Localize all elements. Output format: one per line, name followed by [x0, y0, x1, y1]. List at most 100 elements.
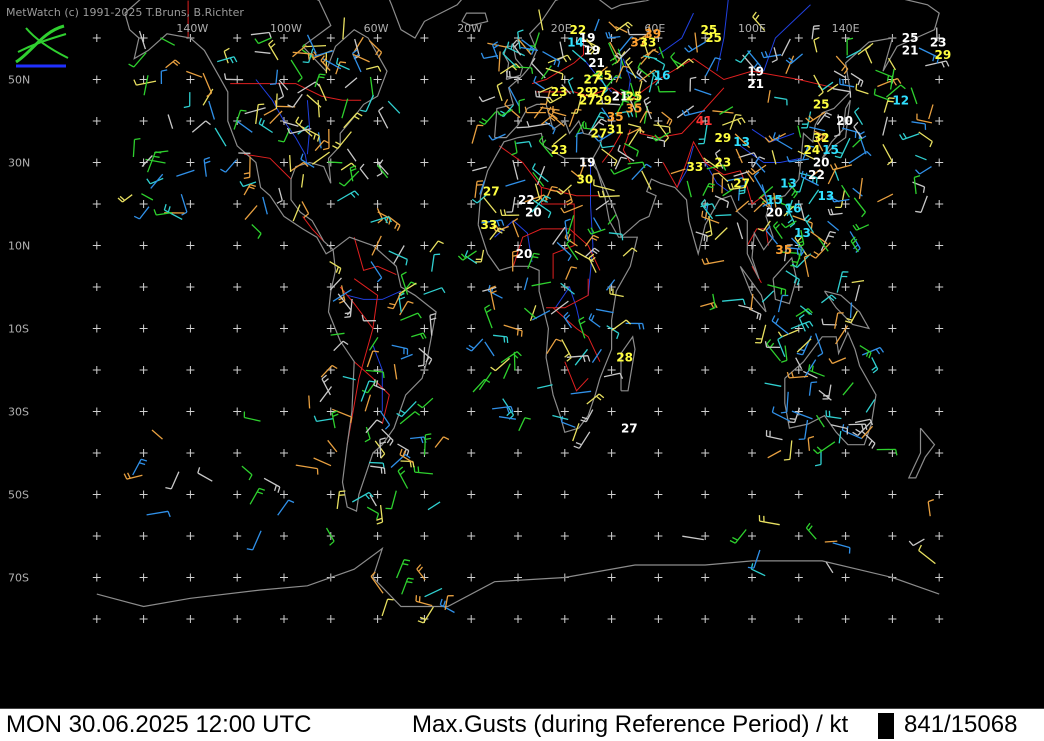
grid-cross: [233, 491, 241, 499]
grid-cross: [233, 325, 241, 333]
wind-barb: [606, 32, 620, 38]
grid-cross: [888, 532, 896, 540]
wind-barb: [715, 228, 727, 240]
grid-cross: [327, 491, 335, 499]
grid-cross: [327, 615, 335, 623]
wind-barb: [762, 51, 782, 57]
gust-value-label: 28: [616, 351, 633, 365]
lon-label: 100E: [738, 22, 766, 35]
wind-barb: [566, 267, 577, 280]
wind-barb: [331, 333, 345, 335]
wind-barb: [398, 467, 408, 489]
wind-barb: [589, 254, 596, 272]
wind-barb: [168, 115, 173, 129]
gust-value-label: 21: [747, 77, 764, 91]
wind-barb: [315, 74, 326, 87]
grid-cross: [842, 242, 850, 250]
grid-cross: [93, 283, 101, 291]
wind-barb: [909, 539, 924, 546]
wind-barb: [382, 599, 394, 616]
world-gust-map[interactable]: 140W100W60W20W20E60E100E140E50N30N10N10S…: [0, 0, 1044, 740]
grid-cross: [935, 159, 943, 167]
wind-barb: [658, 86, 676, 92]
grid-cross: [420, 117, 428, 125]
wind-barb: [751, 563, 765, 575]
wind-barb: [134, 207, 149, 219]
grid-cross: [420, 159, 428, 167]
grid-cross: [233, 283, 241, 291]
wind-barb: [367, 351, 379, 367]
grid-cross: [280, 242, 288, 250]
grid-cross: [233, 615, 241, 623]
wind-barb: [616, 22, 632, 31]
wind-barb: [801, 112, 810, 128]
grid-cross: [795, 283, 803, 291]
wind-barb: [759, 515, 779, 525]
grid-cross: [186, 366, 194, 374]
grid-cross: [842, 615, 850, 623]
grid-cross: [327, 76, 335, 84]
grid-cross: [467, 283, 475, 291]
wind-barb: [524, 278, 527, 290]
wind-barb: [166, 60, 180, 68]
wind-barb: [813, 442, 835, 454]
grid-cross: [888, 283, 896, 291]
wind-barb: [695, 33, 697, 53]
grid-cross: [608, 491, 616, 499]
wind-barb: [561, 205, 583, 213]
wind-barb: [270, 111, 282, 124]
wind-barb: [817, 415, 825, 427]
grid-cross: [561, 491, 569, 499]
wind-barb: [575, 349, 587, 365]
new-zealand-coast: [909, 428, 935, 478]
wind-barb: [339, 171, 359, 186]
grid-cross: [233, 242, 241, 250]
status-station-count: 841/15068: [904, 711, 1017, 739]
wind-barb: [626, 58, 636, 79]
wind-barb: [772, 47, 777, 62]
grid-cross: [420, 491, 428, 499]
wind-barb: [134, 80, 156, 86]
wind-barb: [782, 39, 791, 56]
wind-barb: [853, 224, 869, 230]
wind-barb: [577, 133, 583, 153]
wind-barb: [343, 18, 345, 40]
wind-barb: [366, 420, 382, 433]
grid-cross: [467, 242, 475, 250]
wind-barb: [484, 197, 497, 212]
grid-cross: [561, 325, 569, 333]
grid-cross: [795, 366, 803, 374]
wind-barb: [328, 162, 343, 163]
grid-cross: [467, 449, 475, 457]
wind-barb: [828, 209, 842, 215]
wind-barb: [371, 77, 374, 98]
wind-barb: [647, 137, 664, 147]
wind-barb: [244, 412, 260, 422]
gust-value-label: 33: [640, 35, 657, 49]
grid-cross: [467, 574, 475, 582]
wind-barb: [353, 50, 362, 72]
grid-cross: [280, 325, 288, 333]
gust-value-label: 29: [935, 48, 952, 62]
wind-barb: [418, 398, 433, 408]
wind-barb: [247, 531, 261, 550]
new-guinea-coast: [825, 291, 870, 328]
grid-cross: [748, 574, 756, 582]
wind-barb: [755, 325, 766, 343]
gust-value-label: 20: [525, 205, 542, 219]
grid-cross: [186, 615, 194, 623]
wind-barb: [831, 425, 847, 435]
wind-barb: [342, 99, 348, 119]
gust-value-label: 41: [696, 114, 713, 128]
grid-cross: [608, 532, 616, 540]
gust-value-label: 35: [775, 243, 792, 257]
lon-label: 20W: [457, 22, 482, 35]
grid-cross: [374, 34, 382, 42]
grid-cross: [888, 117, 896, 125]
wind-barb: [702, 258, 724, 264]
grid-cross: [888, 615, 896, 623]
lat-label: 10N: [8, 240, 30, 253]
grid-cross: [935, 366, 943, 374]
grid-cross: [93, 615, 101, 623]
river-line: [307, 100, 309, 154]
